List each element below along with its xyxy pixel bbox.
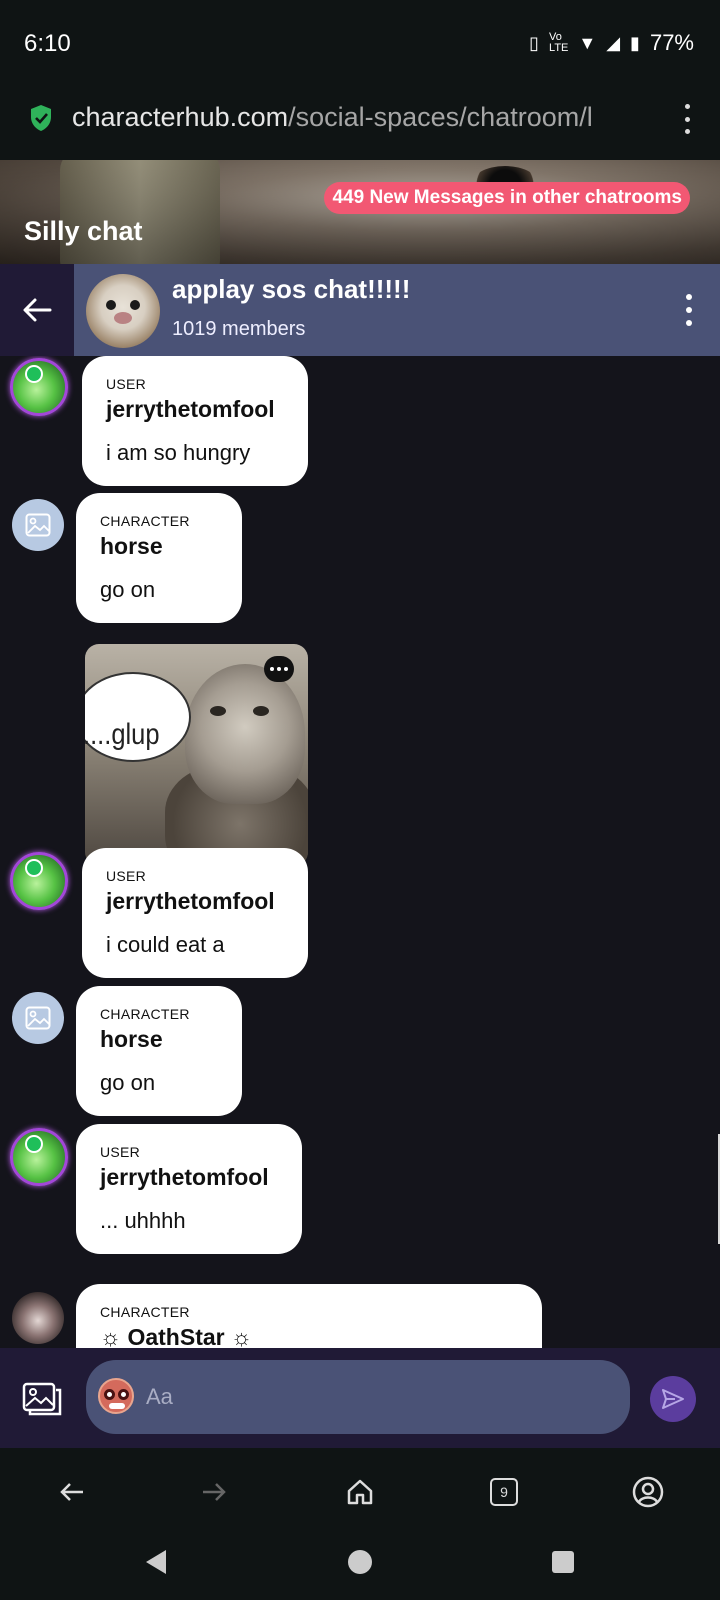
message-text: i am so hungry	[106, 440, 251, 465]
arrow-left-icon	[60, 1483, 83, 1501]
message-bubble[interactable]: CHARACTER horse go on	[76, 986, 242, 1116]
image-placeholder-icon	[25, 513, 51, 537]
arrow-left-icon	[23, 298, 52, 322]
system-back-icon[interactable]	[146, 1550, 166, 1574]
message-input[interactable]	[146, 1378, 606, 1416]
character-avatar[interactable]	[12, 992, 64, 1044]
message-input-wrapper[interactable]	[86, 1360, 630, 1434]
user-avatar[interactable]	[10, 852, 68, 910]
more-options-button[interactable]	[264, 656, 294, 682]
chat-header: applay sos chat!!!!! 1019 members	[0, 264, 720, 356]
message-text: i could eat a	[106, 932, 225, 957]
browser-toolbar: 9	[0, 1448, 720, 1536]
message-text: go on	[100, 577, 156, 602]
sender-role: USER	[106, 868, 147, 884]
status-bar: 6:10 ▯ Vo LTE ▼ ◢ ▮ 77%	[0, 0, 720, 88]
message-text: ... uhhhh	[100, 1208, 186, 1233]
sender-name: ☼ OathStar ☼	[100, 1324, 253, 1348]
image-upload-icon[interactable]	[22, 1380, 62, 1416]
sender-role: CHARACTER	[100, 513, 190, 529]
signal-icon: ◢	[606, 32, 621, 53]
browser-tabs-button[interactable]: 9	[482, 1470, 526, 1514]
url-text[interactable]: characterhub.com/social-spaces/chatroom/…	[72, 102, 662, 133]
message-bubble[interactable]: CHARACTER horse go on	[76, 493, 242, 623]
sender-name: jerrythetomfool	[100, 1164, 269, 1190]
vibrate-icon: ▯	[529, 32, 540, 53]
system-nav-bar	[0, 1536, 720, 1600]
persona-avatar[interactable]	[98, 1378, 134, 1414]
url-domain: characterhub.com	[72, 102, 289, 132]
chatroom-banner: Silly chat 449 New Messages in other cha…	[0, 160, 720, 264]
message-text: go on	[100, 1070, 156, 1095]
browser-home-button[interactable]	[338, 1470, 382, 1514]
wifi-icon: ▼	[578, 32, 597, 53]
user-avatar[interactable]	[10, 358, 68, 416]
new-messages-badge[interactable]: 449 New Messages in other chatrooms	[324, 182, 690, 214]
sender-role: USER	[106, 376, 147, 392]
shield-check-icon	[31, 105, 51, 131]
battery-percent: 77%	[649, 30, 694, 55]
tab-count: 9	[490, 1478, 518, 1506]
browser-account-button[interactable]	[626, 1470, 670, 1514]
sender-name: horse	[100, 1026, 163, 1052]
chatroom-title[interactable]: applay sos chat!!!!!	[172, 274, 410, 305]
image-caption: ....glup	[85, 718, 160, 751]
volte-icon: Vo LTE	[549, 31, 569, 54]
character-avatar[interactable]	[12, 1292, 64, 1344]
image-message[interactable]: ....glup	[85, 644, 308, 866]
image-placeholder-icon	[25, 1006, 51, 1030]
message-bubble[interactable]: USER jerrythetomfool i am so hungry	[82, 356, 308, 486]
back-button[interactable]	[0, 264, 74, 356]
member-count[interactable]: 1019 members	[172, 318, 305, 341]
browser-menu-button[interactable]	[682, 104, 692, 134]
battery-icon: ▮	[630, 32, 640, 53]
system-recents-icon[interactable]	[552, 1551, 574, 1573]
sender-role: USER	[100, 1144, 141, 1160]
user-avatar[interactable]	[10, 1128, 68, 1186]
sender-name: horse	[100, 533, 163, 559]
message-bubble[interactable]: USER jerrythetomfool ... uhhhh	[76, 1124, 302, 1254]
message-bubble[interactable]: CHARACTER ☼ OathStar ☼	[76, 1284, 542, 1348]
browser-back-button[interactable]	[50, 1470, 94, 1514]
send-button[interactable]	[650, 1376, 696, 1422]
status-time: 6:10	[24, 30, 71, 57]
character-avatar[interactable]	[12, 499, 64, 551]
sender-role: CHARACTER	[100, 1006, 190, 1022]
home-icon	[347, 1479, 373, 1505]
message-bubble[interactable]: USER jerrythetomfool i could eat a	[82, 848, 308, 978]
banner-title: Silly chat	[24, 216, 143, 246]
url-path: /social-spaces/chatroom/l	[288, 102, 593, 132]
browser-forward-button[interactable]	[192, 1470, 236, 1514]
system-home-icon[interactable]	[348, 1550, 372, 1574]
message-composer	[0, 1348, 720, 1448]
account-circle-icon	[632, 1476, 664, 1508]
chat-options-button[interactable]	[684, 294, 694, 326]
sender-name: jerrythetomfool	[106, 888, 275, 914]
status-icons: ▯ Vo LTE ▼ ◢ ▮ 77%	[529, 30, 694, 56]
arrow-right-icon	[203, 1483, 226, 1501]
speech-bubble: ....glup	[85, 672, 191, 762]
sender-role: CHARACTER	[100, 1304, 190, 1320]
url-bar[interactable]: characterhub.com/social-spaces/chatroom/…	[0, 88, 720, 160]
message-list[interactable]: USER jerrythetomfool i am so hungry CHAR…	[0, 356, 720, 1348]
send-icon	[662, 1389, 684, 1409]
sender-name: jerrythetomfool	[106, 396, 275, 422]
chatroom-avatar[interactable]	[86, 274, 160, 348]
